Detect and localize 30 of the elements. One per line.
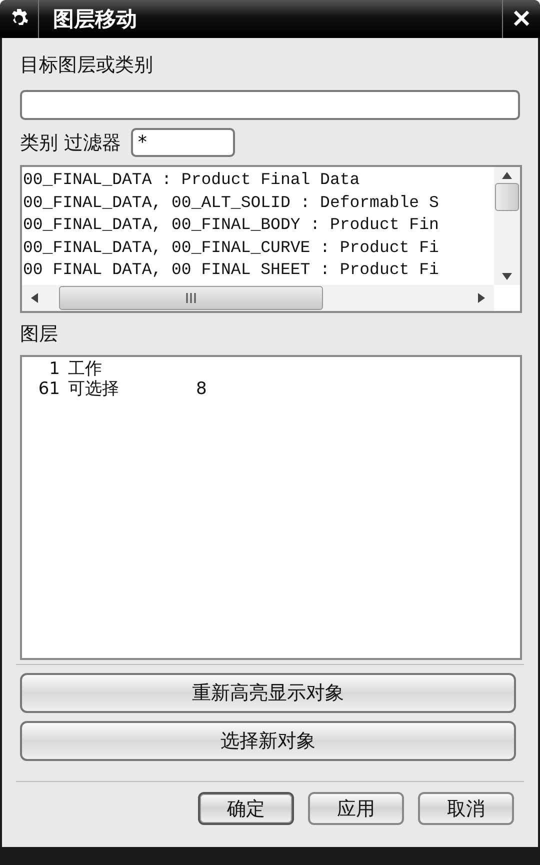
category-item[interactable]: 00_FINAL_DATA, 00_FINAL_BODY : Product Fin [23, 214, 494, 236]
section-label: 图层 [20, 323, 58, 345]
category-item[interactable]: 00_FINAL_DATA : Product Final Data [23, 169, 494, 192]
category-item[interactable]: 00_FINAL_DATA, 00_ALT_SOLID : Deformable S [23, 192, 494, 214]
horizontal-scrollbar[interactable] [22, 285, 494, 311]
scroll-down-icon[interactable] [501, 272, 513, 281]
grip-icon [186, 293, 196, 303]
object-count: 8 [196, 379, 208, 399]
category-item[interactable]: 00 FINAL DATA, 00 FINAL SHEET : Product Fi [23, 259, 494, 282]
scroll-right-icon[interactable] [477, 292, 486, 304]
dialog-button[interactable]: 确定 [198, 792, 294, 825]
scroll-up-icon[interactable] [501, 171, 513, 180]
dialog-button[interactable]: 应用 [308, 792, 404, 825]
layer-name[interactable]: 工作 [68, 359, 188, 379]
layer-number: 61 [37, 379, 60, 399]
action-button[interactable]: 选择新对象 [20, 721, 516, 761]
filter-label: 类别 过滤器 [20, 130, 122, 156]
dialog-button[interactable]: 取消 [418, 792, 514, 825]
layer-name[interactable]: 可选择 [68, 379, 188, 399]
field-label: 目标图层或类别 [20, 53, 154, 78]
target-input-field[interactable] [20, 90, 520, 120]
window-title: 图层移动 [53, 6, 138, 33]
scroll-thumb[interactable] [59, 286, 323, 310]
layer-number: 1 [48, 359, 60, 379]
scroll-thumb[interactable] [495, 183, 519, 211]
vertical-scrollbar[interactable] [494, 167, 520, 285]
scroll-left-icon[interactable] [30, 292, 39, 304]
filter-input-field[interactable]: * [131, 128, 236, 157]
action-button[interactable]: 重新高亮显示对象 [20, 673, 516, 713]
category-item[interactable]: 00_FINAL_DATA, 00_FINAL_CURVE : Product Fi [23, 236, 494, 259]
